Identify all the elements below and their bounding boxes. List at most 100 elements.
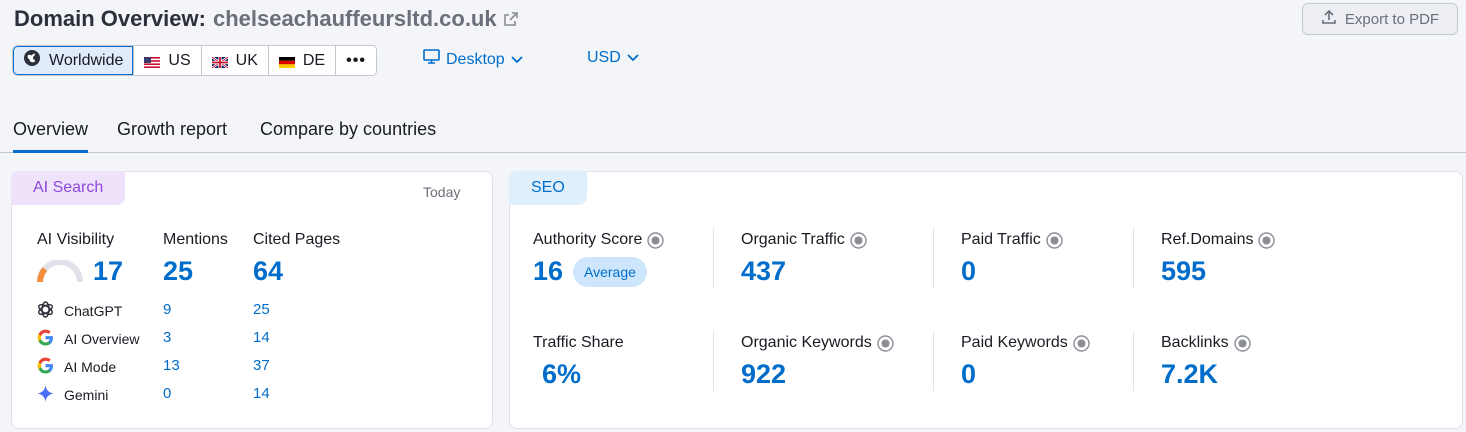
ai-search-card: AI Search Today AI Visibility 17 Mention…	[11, 171, 493, 429]
visibility-gauge-icon	[36, 259, 84, 291]
ai-row-mentions[interactable]: 3	[163, 329, 171, 346]
authority-score-value[interactable]: 16	[533, 256, 563, 287]
monitor-icon	[423, 49, 440, 70]
page-header: Domain Overview: chelseachauffeursltd.co…	[14, 6, 519, 32]
chatgpt-icon	[36, 300, 55, 322]
ai-search-tag: AI Search	[11, 171, 126, 205]
mentions-label: Mentions	[163, 231, 228, 248]
paid-traffic-label: Paid Traffic	[961, 231, 1063, 249]
db-us-label: US	[168, 51, 191, 69]
flag-us-icon	[144, 55, 161, 68]
currency-dropdown[interactable]: USD	[587, 49, 639, 67]
db-worldwide-label: Worldwide	[49, 51, 124, 69]
paid-traffic-text: Paid Traffic	[961, 231, 1041, 248]
traffic-share-value[interactable]: 6%	[542, 359, 581, 390]
google-icon	[36, 328, 55, 350]
ai-row-ai-mode: AI Mode	[36, 356, 116, 378]
google-icon	[36, 356, 55, 378]
authority-score-text: Authority Score	[533, 231, 643, 248]
info-icon[interactable]	[850, 231, 867, 249]
seo-card: SEO Authority Score 16 Average Organic T…	[509, 171, 1463, 429]
chevron-down-icon	[511, 51, 523, 69]
paid-traffic-value[interactable]: 0	[961, 256, 976, 287]
info-icon[interactable]	[1073, 334, 1090, 352]
flag-de-icon	[278, 55, 295, 68]
report-tabs: Overview Growth report Compare by countr…	[0, 116, 1466, 153]
traffic-share-label: Traffic Share	[533, 334, 624, 351]
backlinks-value[interactable]: 7.2K	[1161, 359, 1218, 390]
organic-traffic-value[interactable]: 437	[741, 256, 786, 287]
ai-visibility-label: AI Visibility	[37, 231, 115, 248]
authority-badge: Average	[573, 257, 647, 287]
ai-row-label: AI Mode	[64, 359, 117, 375]
tab-growth-report[interactable]: Growth report	[117, 119, 227, 140]
ai-row-label: Gemini	[64, 387, 109, 403]
mentions-value[interactable]: 25	[163, 256, 193, 287]
flag-uk-icon	[210, 55, 229, 69]
paid-keywords-value[interactable]: 0	[961, 359, 976, 390]
more-icon: •••	[346, 51, 366, 69]
ai-visibility-value[interactable]: 17	[93, 256, 123, 287]
organic-keywords-label: Organic Keywords	[741, 334, 894, 352]
info-icon[interactable]	[1233, 334, 1251, 352]
authority-score-label: Authority Score	[533, 231, 665, 249]
ai-row-cited[interactable]: 25	[253, 301, 270, 318]
seo-tag: SEO	[509, 171, 587, 205]
backlinks-text: Backlinks	[1161, 334, 1229, 351]
info-icon[interactable]	[647, 231, 665, 249]
ai-row-cited[interactable]: 14	[253, 329, 270, 346]
info-icon[interactable]	[1258, 231, 1276, 249]
divider	[713, 228, 714, 288]
ai-row-mentions[interactable]: 13	[163, 357, 180, 374]
device-label: Desktop	[446, 50, 505, 68]
cited-pages-label: Cited Pages	[253, 231, 341, 248]
db-de-button[interactable]: DE	[268, 46, 337, 75]
gemini-icon	[36, 384, 55, 406]
ai-row-mentions[interactable]: 0	[163, 385, 171, 402]
divider	[713, 331, 714, 391]
ai-search-date: Today	[423, 184, 461, 200]
db-us-button[interactable]: US	[134, 46, 202, 75]
divider	[1133, 228, 1134, 288]
paid-keywords-text: Paid Keywords	[961, 334, 1068, 351]
db-uk-button[interactable]: UK	[201, 46, 269, 75]
globe-icon	[23, 49, 41, 72]
domain-name[interactable]: chelseachauffeursltd.co.uk	[213, 6, 497, 32]
divider	[933, 331, 934, 391]
ai-row-mentions[interactable]: 9	[163, 301, 171, 318]
organic-traffic-text: Organic Traffic	[741, 231, 845, 248]
db-de-label: DE	[302, 51, 326, 69]
tab-overview[interactable]: Overview	[13, 119, 89, 153]
ai-row-label: AI Overview	[64, 331, 140, 347]
divider	[933, 228, 934, 288]
db-worldwide-button[interactable]: Worldwide	[13, 46, 135, 75]
db-more-button[interactable]: •••	[336, 46, 376, 75]
ai-row-ai-overview: AI Overview	[36, 328, 139, 350]
paid-keywords-label: Paid Keywords	[961, 334, 1090, 352]
backlinks-label: Backlinks	[1161, 334, 1251, 352]
cited-pages-value[interactable]: 64	[253, 256, 283, 287]
organic-keywords-text: Organic Keywords	[741, 334, 872, 351]
ai-row-cited[interactable]: 14	[253, 385, 270, 402]
external-link-icon[interactable]	[503, 11, 519, 27]
divider	[1133, 331, 1134, 391]
organic-keywords-value[interactable]: 922	[741, 359, 786, 390]
ai-row-cited[interactable]: 37	[253, 357, 270, 374]
device-dropdown[interactable]: Desktop	[423, 49, 523, 70]
ai-row-gemini: Gemini	[36, 384, 108, 406]
organic-traffic-label: Organic Traffic	[741, 231, 867, 249]
info-icon[interactable]	[1046, 231, 1063, 249]
database-selector: Worldwide US UK DE •••	[12, 45, 377, 76]
upload-icon	[1321, 9, 1337, 29]
tab-compare-by-countries[interactable]: Compare by countries	[260, 119, 436, 140]
chevron-down-icon	[627, 49, 639, 67]
export-pdf-label: Export to PDF	[1344, 10, 1440, 28]
currency-label: USD	[587, 49, 621, 66]
ref-domains-label: Ref.Domains	[1161, 231, 1276, 249]
ref-domains-value[interactable]: 595	[1161, 256, 1206, 287]
page-title: Domain Overview:	[14, 6, 206, 31]
ref-domains-text: Ref.Domains	[1161, 231, 1254, 248]
ai-row-chatgpt: ChatGPT	[36, 300, 122, 322]
export-pdf-button[interactable]: Export to PDF	[1302, 3, 1458, 35]
info-icon[interactable]	[877, 334, 894, 352]
